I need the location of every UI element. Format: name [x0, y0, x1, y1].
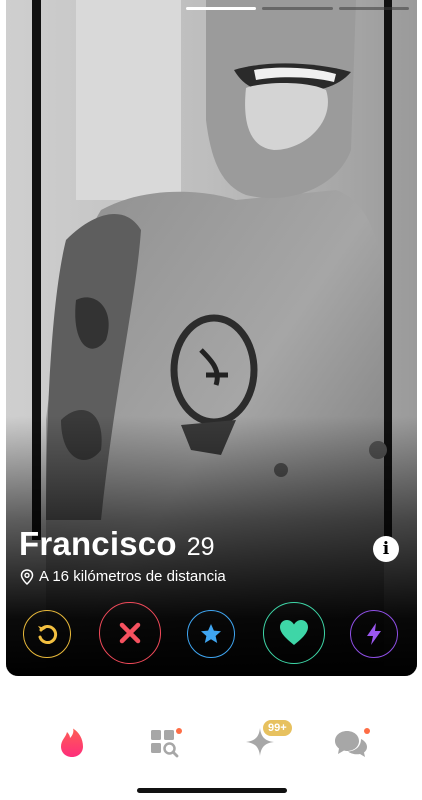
flame-icon [61, 728, 83, 757]
app-screen: Francisco 29 A 16 kilómetros de distanci… [0, 0, 422, 800]
bottom-tab-bar: 99+ [0, 700, 422, 780]
chat-bubbles-icon [335, 731, 367, 757]
messages-notification-dot [364, 728, 370, 734]
photo-progress-segment[interactable] [186, 7, 257, 10]
explore-notification-dot [176, 728, 182, 734]
heart-icon [280, 620, 308, 645]
photo-progress-segment[interactable] [338, 7, 409, 10]
profile-name: Francisco [19, 525, 177, 562]
profile-card[interactable]: Francisco 29 A 16 kilómetros de distanci… [6, 0, 417, 676]
home-indicator[interactable] [137, 788, 287, 793]
nope-button[interactable] [99, 602, 161, 664]
location-pin-icon [20, 568, 34, 585]
lightning-icon [367, 623, 381, 645]
star-icon [201, 624, 221, 643]
like-button[interactable] [263, 602, 325, 664]
profile-distance-row: A 16 kilómetros de distancia [20, 568, 226, 585]
rewind-button[interactable] [23, 610, 71, 658]
close-icon [119, 622, 141, 644]
super-like-button[interactable] [187, 610, 235, 658]
likes-count-badge: 99+ [263, 720, 292, 736]
profile-name-row: Francisco 29 [19, 525, 215, 563]
profile-age: 29 [186, 533, 215, 561]
rewind-icon [38, 625, 58, 644]
tab-discover[interactable] [55, 726, 89, 760]
photo-progress-segment[interactable] [262, 7, 333, 10]
profile-distance: A 16 kilómetros de distancia [39, 568, 226, 585]
explore-grid-icon [151, 730, 179, 758]
info-icon: i [382, 539, 390, 559]
photo-progress-bar [186, 7, 409, 10]
profile-info-button[interactable]: i [373, 536, 399, 562]
boost-button[interactable] [350, 610, 398, 658]
